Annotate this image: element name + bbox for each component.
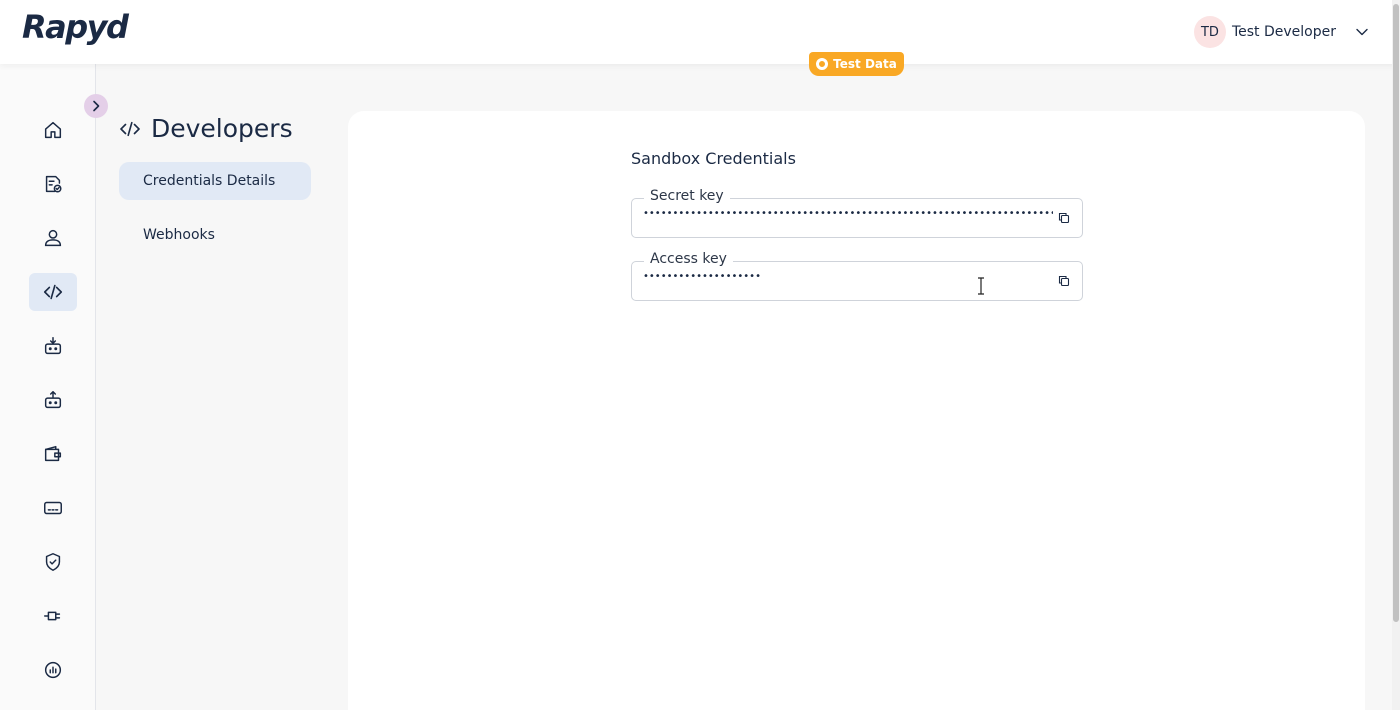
disburse-icon [44, 391, 62, 409]
nav-reports[interactable] [29, 651, 77, 689]
copy-icon [1058, 275, 1070, 287]
access-key-label: Access key [644, 251, 733, 267]
nav-disburse[interactable] [29, 381, 77, 419]
icon-sidebar [0, 64, 96, 710]
credentials-card: Sandbox Credentials Secret key •••••••••… [348, 111, 1365, 710]
nav-protect[interactable] [29, 543, 77, 581]
nav-integrations[interactable] [29, 597, 77, 635]
developers-subnav: Developers Credentials Details Webhooks [97, 64, 327, 710]
code-icon [120, 121, 140, 136]
nav-wallets[interactable] [29, 435, 77, 473]
card-icon [44, 501, 62, 515]
access-key-field[interactable]: Access key •••••••••••••••••••• [631, 251, 1083, 301]
access-key-value[interactable]: •••••••••••••••••••• [643, 271, 1053, 282]
sidebar-expand-button[interactable] [84, 94, 108, 118]
document-check-icon [45, 175, 62, 193]
wallet-icon [44, 445, 62, 462]
page-title-text: Developers [151, 114, 293, 143]
section-title: Sandbox Credentials [631, 149, 796, 168]
page-scrollbar[interactable] [1392, 0, 1400, 710]
report-icon [44, 661, 62, 679]
text-cursor-icon [978, 277, 984, 295]
user-icon [44, 229, 62, 247]
copy-icon [1058, 212, 1070, 224]
nav-home[interactable] [29, 111, 77, 149]
secret-key-field[interactable]: Secret key •••••••••••••••••••••••••••••… [631, 188, 1083, 238]
nav-customers[interactable] [29, 219, 77, 257]
user-name[interactable]: Test Developer [1232, 24, 1336, 40]
test-data-badge: Test Data [809, 52, 904, 76]
nav-developers[interactable] [29, 273, 77, 311]
copy-access-key-button[interactable] [1056, 273, 1072, 289]
secret-key-label: Secret key [644, 188, 730, 204]
chevron-down-icon[interactable] [1352, 22, 1372, 42]
test-data-label: Test Data [833, 57, 897, 71]
nav-cards[interactable] [29, 489, 77, 527]
home-icon [44, 121, 62, 139]
plug-icon [44, 611, 61, 621]
copy-secret-key-button[interactable] [1056, 210, 1072, 226]
rapyd-logo[interactable]: Rapyd [22, 8, 129, 46]
top-bar: Rapyd TD Test Developer [0, 0, 1400, 64]
nav-transactions[interactable] [29, 165, 77, 203]
user-menu[interactable]: TD Test Developer [1193, 16, 1372, 48]
secret-key-value[interactable]: ••••••••••••••••••••••••••••••••••••••••… [643, 208, 1053, 219]
scrollbar-thumb[interactable] [1393, 4, 1399, 622]
nav-collect[interactable] [29, 327, 77, 365]
code-icon [43, 284, 63, 300]
subnav-item-webhooks[interactable]: Webhooks [119, 216, 311, 254]
page-title: Developers [119, 114, 293, 143]
record-dot-icon [816, 58, 829, 70]
avatar[interactable]: TD [1193, 16, 1226, 48]
shield-check-icon [45, 553, 61, 571]
chevron-right-icon [93, 100, 100, 112]
subnav-item-credentials[interactable]: Credentials Details [119, 162, 311, 200]
collect-icon [44, 337, 62, 355]
